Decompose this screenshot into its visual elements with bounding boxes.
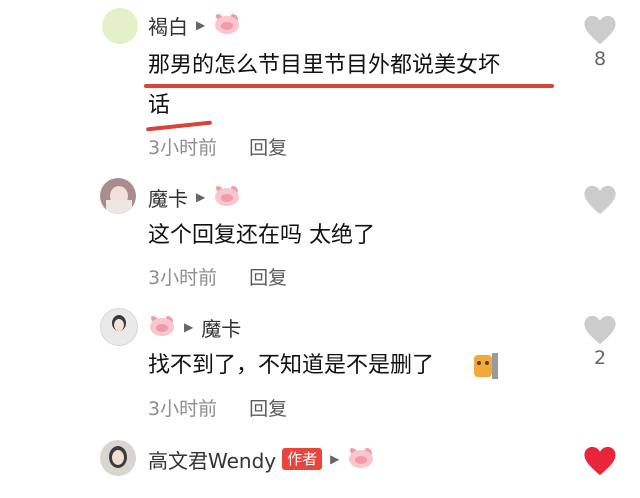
reply-arrow-icon: ▶ [196,18,206,32]
comment-text-continued: 话 [148,93,171,118]
like-count: 8 [593,48,607,70]
comment-text: 找不到了，不知道是不是删了 [148,353,435,378]
avatar[interactable] [102,8,138,44]
cat-sticker-icon [474,351,498,379]
reply-arrow-icon: ▶ [330,452,340,466]
like-count: 2 [593,347,607,369]
reply-button[interactable]: 回复 [249,137,287,159]
avatar[interactable] [100,178,136,214]
pig-emoji-icon [148,316,176,338]
author-name[interactable]: 魔卡 [148,183,188,212]
heart-icon[interactable] [583,184,617,216]
comment-time: 3小时前 [148,137,218,159]
annotation-underline [144,84,554,88]
heart-icon[interactable] [583,445,617,477]
author-badge: 作者 [282,448,323,470]
heart-icon[interactable] [583,14,617,46]
author-name[interactable]: 褐白 [148,11,188,40]
pig-emoji-icon [347,448,375,470]
author-name[interactable]: 高文君Wendy [148,445,276,474]
pig-emoji-icon [213,186,241,208]
comment-time: 3小时前 [148,398,218,420]
annotation-underline [145,120,213,132]
comment-text: 那男的怎么节目里节目外都说美女坏 [148,53,501,78]
reply-button[interactable]: 回复 [249,267,287,289]
avatar[interactable] [100,440,136,476]
heart-icon[interactable] [583,314,617,346]
pig-emoji-icon [213,14,241,36]
reply-button[interactable]: 回复 [249,398,287,420]
comment-text: 这个回复还在吗 太绝了 [148,223,375,248]
reply-arrow-icon: ▶ [196,190,206,204]
avatar[interactable] [100,308,138,346]
comment-time: 3小时前 [148,267,218,289]
author-name[interactable]: 魔卡 [201,313,241,342]
reply-arrow-icon: ▶ [184,320,194,334]
